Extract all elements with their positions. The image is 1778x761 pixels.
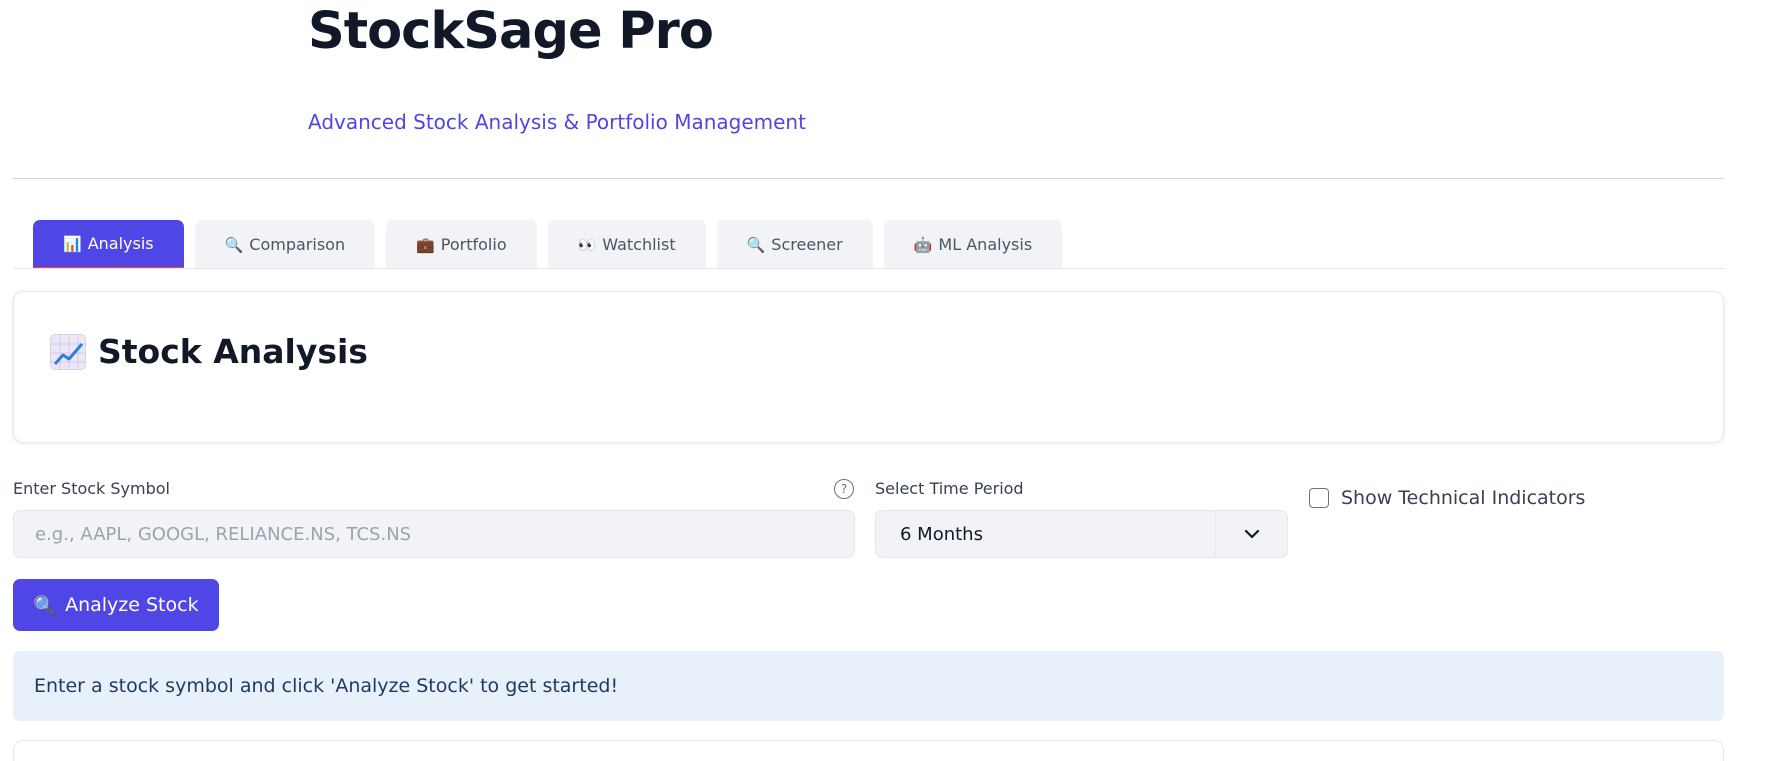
section-title-text: Stock Analysis xyxy=(98,332,368,371)
period-select[interactable]: 6 Months xyxy=(875,510,1288,558)
tab-bar: 📊 Analysis 🔍 Comparison 💼 Portfolio 👀 Wa… xyxy=(33,220,1063,269)
tab-analysis[interactable]: 📊 Analysis xyxy=(33,220,184,269)
robot-icon: 🤖 xyxy=(913,235,933,254)
magnifier-icon: 🔍 xyxy=(33,594,58,617)
app-root: StockSage Pro Advanced Stock Analysis & … xyxy=(0,0,1778,761)
chart-increasing-icon xyxy=(50,333,86,370)
help-icon[interactable]: ? xyxy=(834,479,854,499)
header-divider xyxy=(13,178,1724,179)
tab-portfolio[interactable]: 💼 Portfolio xyxy=(386,220,537,269)
tab-screener[interactable]: 🔍 Screener xyxy=(716,220,873,269)
indicators-checkbox[interactable] xyxy=(1309,488,1329,508)
tab-watchlist[interactable]: 👀 Watchlist xyxy=(547,220,706,269)
analyze-button-label: Analyze Stock xyxy=(65,594,199,616)
magnifier-icon: 🔍 xyxy=(224,235,244,254)
eyes-icon: 👀 xyxy=(577,235,597,254)
symbol-label: Enter Stock Symbol xyxy=(13,479,170,498)
magnifier-icon: 🔍 xyxy=(746,235,766,254)
app-subtitle: Advanced Stock Analysis & Portfolio Mana… xyxy=(308,110,806,134)
tab-ml-analysis[interactable]: 🤖 ML Analysis xyxy=(883,220,1063,269)
info-alert: Enter a stock symbol and click 'Analyze … xyxy=(13,651,1724,721)
period-label: Select Time Period xyxy=(875,479,1024,498)
tab-label: ML Analysis xyxy=(938,235,1033,254)
symbol-input[interactable] xyxy=(13,510,855,558)
section-title: Stock Analysis xyxy=(50,332,368,371)
briefcase-icon: 💼 xyxy=(416,235,435,254)
analyze-stock-button[interactable]: 🔍 Analyze Stock xyxy=(13,579,219,631)
tab-label: Portfolio xyxy=(440,235,507,254)
tab-label: Screener xyxy=(771,235,843,254)
bar-chart-icon: 📊 xyxy=(63,234,82,253)
period-value: 6 Months xyxy=(900,523,983,545)
header: StockSage Pro Advanced Stock Analysis & … xyxy=(308,0,806,134)
tab-comparison[interactable]: 🔍 Comparison xyxy=(194,220,376,269)
tab-label: Analysis xyxy=(87,234,154,253)
tab-label: Watchlist xyxy=(602,235,676,254)
tab-bar-rule xyxy=(13,268,1724,269)
section-header-card: Stock Analysis xyxy=(13,291,1724,443)
chevron-down-icon[interactable] xyxy=(1215,511,1287,557)
app-title: StockSage Pro xyxy=(308,2,714,61)
results-card xyxy=(13,740,1724,761)
tab-label: Comparison xyxy=(249,235,346,254)
indicators-label: Show Technical Indicators xyxy=(1341,487,1586,509)
indicators-toggle[interactable]: Show Technical Indicators xyxy=(1309,487,1585,509)
info-message: Enter a stock symbol and click 'Analyze … xyxy=(34,675,619,697)
